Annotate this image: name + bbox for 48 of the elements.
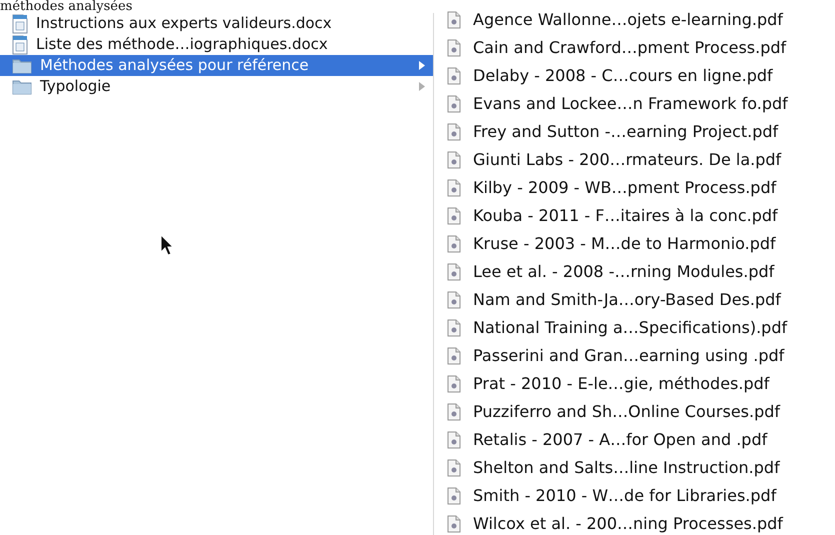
mouse-cursor-icon: [160, 234, 174, 256]
file-row[interactable]: Delaby - 2008 - C…cours en ligne.pdf: [447, 62, 835, 90]
folder-icon: [12, 58, 32, 74]
pdf-file-icon: [447, 431, 461, 449]
pdf-file-icon: [447, 95, 461, 113]
pdf-file-icon: [447, 123, 461, 141]
pdf-file-icon: [447, 319, 461, 337]
file-row[interactable]: Instructions aux experts valideurs.docx: [0, 13, 433, 34]
file-row[interactable]: Evans and Lockee…n Framework fo.pdf: [447, 90, 835, 118]
pdf-file-icon: [447, 487, 461, 505]
pdf-file-icon: [447, 291, 461, 309]
file-row[interactable]: Nam and Smith-Ja…ory-Based Des.pdf: [447, 286, 835, 314]
pdf-file-icon: [447, 235, 461, 253]
file-row[interactable]: Smith - 2010 - W…de for Libraries.pdf: [447, 482, 835, 510]
pdf-file-icon: [447, 179, 461, 197]
pdf-file-icon: [447, 151, 461, 169]
file-row[interactable]: Typologie: [0, 76, 433, 97]
file-row[interactable]: Kruse - 2003 - M…de to Harmonio.pdf: [447, 230, 835, 258]
pdf-file-icon: [447, 207, 461, 225]
file-row[interactable]: Retalis - 2007 - A…for Open and .pdf: [447, 426, 835, 454]
pdf-file-icon: [447, 263, 461, 281]
file-row[interactable]: Puzziferro and Sh…Online Courses.pdf: [447, 398, 835, 426]
pdf-file-icon: [447, 375, 461, 393]
file-row[interactable]: Méthodes analysées pour référence: [0, 55, 433, 76]
file-row[interactable]: Cain and Crawford…pment Process.pdf: [447, 34, 835, 62]
file-row[interactable]: Kilby - 2009 - WB…pment Process.pdf: [447, 174, 835, 202]
pdf-file-icon: [447, 11, 461, 29]
file-row[interactable]: National Training a…Specifications).pdf: [447, 314, 835, 342]
pdf-file-icon: [447, 403, 461, 421]
document-icon: [12, 14, 28, 34]
document-icon: [12, 34, 28, 54]
pdf-file-icon: [447, 39, 461, 57]
file-row[interactable]: Prat - 2010 - E-le…gie, méthodes.pdf: [447, 370, 835, 398]
file-row[interactable]: Frey and Sutton -…earning Project.pdf: [447, 118, 835, 146]
file-row[interactable]: Kouba - 2011 - F…itaires à la conc.pdf: [447, 202, 835, 230]
file-row[interactable]: Giunti Labs - 200…rmateurs. De la.pdf: [447, 146, 835, 174]
pdf-file-icon: [447, 67, 461, 85]
file-row[interactable]: Liste des méthode…iographiques.docx: [0, 34, 433, 55]
file-row[interactable]: Wilcox et al. - 200…ning Processes.pdf: [447, 510, 835, 535]
pdf-file-icon: [447, 347, 461, 365]
chevron-right-icon: [419, 82, 425, 91]
file-row[interactable]: Shelton and Salts…line Instruction.pdf: [447, 454, 835, 482]
file-row[interactable]: Agence Wallonne…ojets e-learning.pdf: [447, 6, 835, 34]
file-row[interactable]: Lee et al. - 2008 -…rning Modules.pdf: [447, 258, 835, 286]
chevron-right-icon: [419, 61, 425, 70]
file-row[interactable]: Passerini and Gran…earning using .pdf: [447, 342, 835, 370]
pdf-file-icon: [447, 459, 461, 477]
folder-icon: [12, 78, 32, 94]
